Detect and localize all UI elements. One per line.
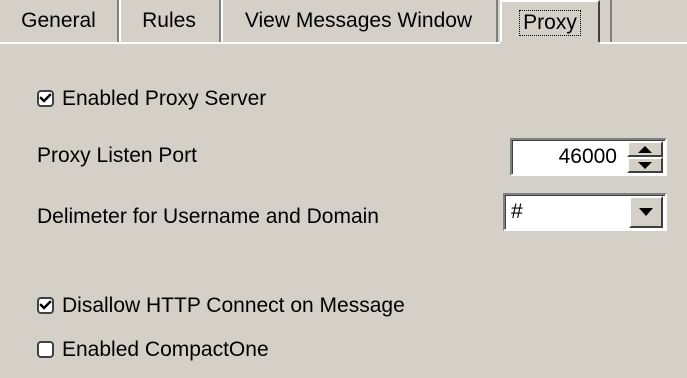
disallow-http-label: Disallow HTTP Connect on Message	[62, 294, 405, 317]
arrow-up-icon	[638, 145, 652, 153]
spin-up-button[interactable]	[627, 141, 663, 157]
tab-view-messages-window-label: View Messages Window	[244, 9, 473, 32]
arrow-down-icon	[638, 161, 652, 169]
listen-port-value: 46000	[558, 145, 617, 168]
disallow-http-checkbox[interactable]	[37, 297, 54, 314]
checkmark-icon	[39, 300, 52, 310]
active-tab-join	[500, 42, 600, 44]
chevron-down-icon	[639, 208, 653, 216]
compactone-checkbox[interactable]	[37, 341, 54, 358]
tab-proxy[interactable]: Proxy	[500, 0, 600, 44]
delimiter-label: Delimeter for Username and Domain	[37, 205, 379, 228]
tab-general-label: General	[21, 9, 96, 32]
delimiter-select[interactable]: #	[503, 193, 667, 231]
enabled-proxy-label: Enabled Proxy Server	[62, 87, 267, 110]
tab-proxy-label: Proxy	[519, 10, 581, 36]
delimiter-value: #	[511, 200, 523, 223]
listen-port-field[interactable]: 46000	[510, 138, 667, 176]
checkmark-icon	[39, 93, 52, 103]
enabled-proxy-checkbox[interactable]	[37, 90, 54, 107]
spin-down-button[interactable]	[627, 157, 663, 173]
tab-rules[interactable]: Rules	[119, 0, 221, 42]
tab-view-messages-window[interactable]: View Messages Window	[221, 0, 498, 42]
listen-port-label: Proxy Listen Port	[37, 144, 197, 167]
tab-general[interactable]: General	[0, 0, 119, 42]
tab-rules-label: Rules	[142, 9, 196, 32]
dropdown-button[interactable]	[629, 196, 663, 228]
tab-strip-end	[600, 0, 612, 42]
compactone-label: Enabled CompactOne	[62, 338, 269, 361]
